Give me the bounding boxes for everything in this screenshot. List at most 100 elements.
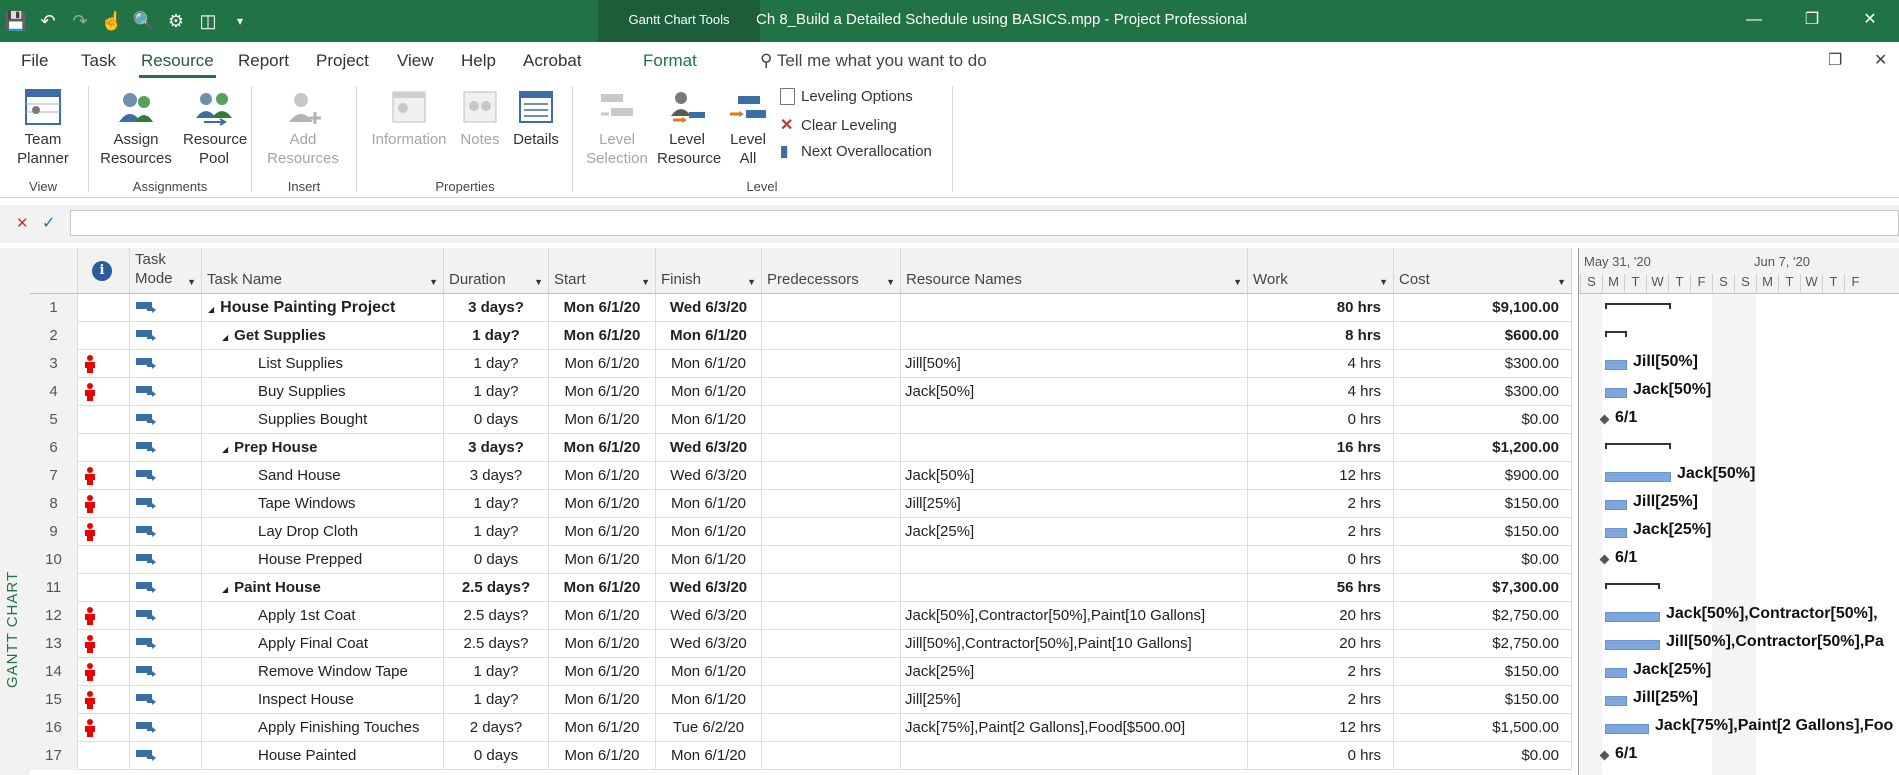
- column-header-task-mode[interactable]: Task Mode ▼: [130, 248, 202, 294]
- start-cell[interactable]: Mon 6/1/20: [549, 490, 656, 518]
- finish-cell[interactable]: Mon 6/1/20: [656, 546, 762, 574]
- work-cell[interactable]: 0 hrs: [1248, 406, 1394, 434]
- task-name-cell[interactable]: ◢ Paint House: [202, 574, 444, 602]
- column-header-task-name[interactable]: Task Name ▼: [202, 248, 444, 294]
- indicator-cell[interactable]: [78, 350, 130, 378]
- indicator-cell[interactable]: [78, 294, 130, 322]
- finish-cell[interactable]: Wed 6/3/20: [656, 602, 762, 630]
- task-name-cell[interactable]: House Painted: [202, 742, 444, 770]
- table-row[interactable]: 1 ◢ House Painting Project 3 days? Mon 6/1/2…: [30, 294, 1572, 322]
- work-cell[interactable]: 20 hrs: [1248, 630, 1394, 658]
- tab-help[interactable]: Help: [461, 51, 496, 71]
- pred-cell[interactable]: [762, 742, 901, 770]
- task-bar[interactable]: [1605, 668, 1627, 678]
- duration-cell[interactable]: 0 days: [444, 406, 549, 434]
- pred-cell[interactable]: [762, 574, 901, 602]
- indicator-cell[interactable]: [78, 630, 130, 658]
- id-cell[interactable]: 2: [30, 322, 78, 350]
- id-cell[interactable]: 8: [30, 490, 78, 518]
- indicator-cell[interactable]: [78, 742, 130, 770]
- pred-cell[interactable]: [762, 406, 901, 434]
- team-planner-button[interactable]: Team Planner: [8, 88, 78, 168]
- resources-cell[interactable]: [901, 574, 1248, 602]
- task-mode-cell[interactable]: [130, 294, 202, 322]
- pred-cell[interactable]: [762, 630, 901, 658]
- table-row[interactable]: 3 List Supplies 1 day? Mon 6/1/20 Mon 6/1/20…: [30, 350, 1572, 378]
- cost-cell[interactable]: $150.00: [1394, 658, 1572, 686]
- task-mode-cell[interactable]: [130, 462, 202, 490]
- resources-cell[interactable]: [901, 322, 1248, 350]
- column-header-finish[interactable]: Finish ▼: [656, 248, 762, 294]
- information-button[interactable]: Information: [366, 88, 452, 149]
- start-cell[interactable]: Mon 6/1/20: [549, 462, 656, 490]
- indicator-cell[interactable]: [78, 378, 130, 406]
- id-cell[interactable]: 5: [30, 406, 78, 434]
- id-cell[interactable]: 4: [30, 378, 78, 406]
- duration-cell[interactable]: 1 day?: [444, 686, 549, 714]
- duration-cell[interactable]: 0 days: [444, 546, 549, 574]
- task-bar[interactable]: [1605, 696, 1627, 706]
- resources-cell[interactable]: [901, 406, 1248, 434]
- work-cell[interactable]: 2 hrs: [1248, 490, 1394, 518]
- indicator-cell[interactable]: [78, 602, 130, 630]
- cost-cell[interactable]: $150.00: [1394, 518, 1572, 546]
- close-doc-icon[interactable]: ✕: [1874, 50, 1887, 70]
- select-all-header[interactable]: [30, 248, 78, 294]
- start-cell[interactable]: Mon 6/1/20: [549, 574, 656, 602]
- print-preview-icon[interactable]: 🔍: [128, 11, 160, 32]
- duration-cell[interactable]: 1 day?: [444, 490, 549, 518]
- id-cell[interactable]: 9: [30, 518, 78, 546]
- start-cell[interactable]: Mon 6/1/20: [549, 714, 656, 742]
- finish-cell[interactable]: Wed 6/3/20: [656, 574, 762, 602]
- table-row[interactable]: 14 Remove Window Tape 1 day? Mon 6/1/20 Mon …: [30, 658, 1572, 686]
- resources-cell[interactable]: [901, 294, 1248, 322]
- assign-resources-button[interactable]: Assign Resources: [100, 88, 172, 168]
- pred-cell[interactable]: [762, 462, 901, 490]
- start-cell[interactable]: Mon 6/1/20: [549, 322, 656, 350]
- id-cell[interactable]: 16: [30, 714, 78, 742]
- pred-cell[interactable]: [762, 294, 901, 322]
- restore-icon[interactable]: ❐: [1783, 0, 1841, 42]
- pred-cell[interactable]: [762, 434, 901, 462]
- summary-bar[interactable]: [1605, 303, 1671, 309]
- indicator-cell[interactable]: [78, 686, 130, 714]
- task-mode-cell[interactable]: [130, 546, 202, 574]
- summary-bar[interactable]: [1605, 331, 1627, 337]
- cost-cell[interactable]: $0.00: [1394, 546, 1572, 574]
- column-header-predecessors[interactable]: Predecessors ▼: [762, 248, 901, 294]
- task-mode-cell[interactable]: [130, 686, 202, 714]
- start-cell[interactable]: Mon 6/1/20: [549, 406, 656, 434]
- task-bar[interactable]: [1605, 640, 1660, 650]
- table-row[interactable]: 6 ◢ Prep House 3 days? Mon 6/1/20 Wed 6/3/20 1…: [30, 434, 1572, 462]
- task-name-cell[interactable]: Apply Finishing Touches: [202, 714, 444, 742]
- cost-cell[interactable]: $1,200.00: [1394, 434, 1572, 462]
- resources-cell[interactable]: Jill[50%]: [901, 350, 1248, 378]
- start-cell[interactable]: Mon 6/1/20: [549, 630, 656, 658]
- work-cell[interactable]: 8 hrs: [1248, 322, 1394, 350]
- level-resource-button[interactable]: Level Resource: [654, 88, 721, 168]
- level-all-button[interactable]: Level All: [722, 88, 774, 168]
- task-name-cell[interactable]: Tape Windows: [202, 490, 444, 518]
- pred-cell[interactable]: [762, 518, 901, 546]
- task-name-cell[interactable]: Inspect House: [202, 686, 444, 714]
- cost-cell[interactable]: $300.00: [1394, 378, 1572, 406]
- work-cell[interactable]: 4 hrs: [1248, 378, 1394, 406]
- cost-cell[interactable]: $2,750.00: [1394, 630, 1572, 658]
- work-cell[interactable]: 20 hrs: [1248, 602, 1394, 630]
- finish-cell[interactable]: Mon 6/1/20: [656, 378, 762, 406]
- work-cell[interactable]: 12 hrs: [1248, 462, 1394, 490]
- work-cell[interactable]: 0 hrs: [1248, 742, 1394, 770]
- work-cell[interactable]: 0 hrs: [1248, 546, 1394, 574]
- redo-icon[interactable]: ↷: [64, 11, 96, 32]
- task-mode-cell[interactable]: [130, 518, 202, 546]
- task-name-cell[interactable]: House Prepped: [202, 546, 444, 574]
- tab-format[interactable]: Format: [643, 51, 697, 71]
- table-row[interactable]: 5 Supplies Bought 0 days Mon 6/1/20 Mon 6/1/…: [30, 406, 1572, 434]
- resources-cell[interactable]: Jack[50%],Contractor[50%],Paint[10 Gallo…: [901, 602, 1248, 630]
- indicator-cell[interactable]: [78, 518, 130, 546]
- table-row[interactable]: 4 Buy Supplies 1 day? Mon 6/1/20 Mon 6/1/20 J…: [30, 378, 1572, 406]
- table-row[interactable]: 7 Sand House 3 days? Mon 6/1/20 Wed 6/3/20 Ja…: [30, 462, 1572, 490]
- resources-cell[interactable]: Jack[50%]: [901, 378, 1248, 406]
- task-bar[interactable]: [1605, 472, 1671, 482]
- task-mode-cell[interactable]: [130, 490, 202, 518]
